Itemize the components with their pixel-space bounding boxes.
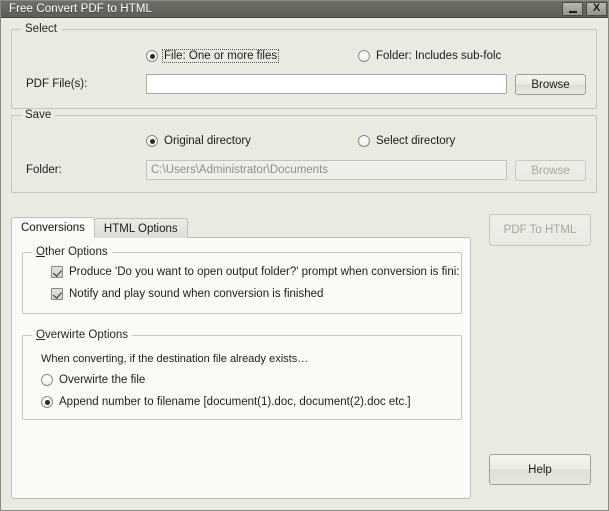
checkbox-open-output-prompt[interactable]: Produce 'Do you want to open output fold… [51, 266, 460, 278]
other-options-group: Other Options Produce 'Do you want to op… [22, 252, 462, 314]
radio-folder-indicator [358, 50, 370, 62]
client-area: Select File: One or more files Folder: I… [1, 18, 608, 510]
radio-file[interactable]: File: One or more files [146, 50, 278, 62]
overwrite-options-description: When converting, if the destination file… [41, 353, 308, 365]
tab-panel-conversions: Other Options Produce 'Do you want to op… [11, 237, 471, 499]
radio-append-number-indicator [41, 396, 53, 408]
radio-overwrite-file-label: Overwirte the file [58, 374, 146, 386]
close-button[interactable]: X [586, 2, 607, 16]
minimize-icon [569, 11, 577, 13]
tab-panel-seam [13, 238, 93, 239]
overwrite-options-accel: O [36, 329, 45, 341]
select-group: Select File: One or more files Folder: I… [11, 29, 597, 109]
convert-pdf-to-html-button[interactable]: PDF To HTML [489, 214, 591, 246]
folder-input[interactable]: C:\Users\Administrator\Documents [146, 160, 507, 180]
radio-overwrite-file-indicator [41, 374, 53, 386]
select-group-title: Select [21, 23, 61, 35]
checkbox-notify-sound-label: Notify and play sound when conversion is… [69, 288, 323, 300]
overwrite-options-group-title: Overwirte Options [32, 329, 132, 341]
minimize-button[interactable] [562, 2, 583, 16]
other-options-title-rest: ther Options [45, 246, 108, 258]
browse-folder-button[interactable]: Browse [515, 160, 586, 181]
checkbox-open-output-prompt-label: Produce 'Do you want to open output fold… [69, 266, 460, 278]
window-controls: X [562, 2, 607, 16]
radio-select-directory[interactable]: Select directory [358, 135, 456, 147]
overwrite-options-group: Overwirte Options When converting, if th… [22, 335, 462, 420]
help-button[interactable]: Help [489, 454, 591, 485]
browse-files-button[interactable]: Browse [515, 74, 586, 95]
radio-select-directory-label: Select directory [375, 135, 456, 147]
radio-original-directory-indicator [146, 135, 158, 147]
tab-strip: Conversions HTML Options [11, 217, 187, 238]
checkbox-notify-sound-indicator [51, 288, 63, 300]
save-group: Save Original directory Select directory… [11, 115, 597, 193]
radio-append-number[interactable]: Append number to filename [document(1).d… [41, 396, 412, 408]
tab-html-options[interactable]: HTML Options [94, 218, 188, 238]
checkbox-open-output-prompt-indicator [51, 266, 63, 278]
folder-label: Folder: [26, 164, 62, 176]
other-options-group-title: Other Options [32, 246, 112, 258]
radio-select-directory-indicator [358, 135, 370, 147]
other-options-accel: O [36, 246, 45, 258]
overwrite-options-title-rest: verwirte Options [45, 329, 128, 341]
radio-original-directory-label: Original directory [163, 135, 252, 147]
radio-folder-label: Folder: Includes sub-folc [375, 50, 502, 62]
window-title: Free Convert PDF to HTML [1, 3, 152, 15]
radio-original-directory[interactable]: Original directory [146, 135, 252, 147]
radio-file-label: File: One or more files [163, 50, 278, 62]
close-icon: X [593, 3, 600, 14]
application-window: Free Convert PDF to HTML X Select File: … [0, 0, 609, 511]
pdf-files-label: PDF File(s): [26, 78, 87, 90]
title-bar: Free Convert PDF to HTML X [1, 1, 609, 18]
tab-conversions[interactable]: Conversions [11, 217, 95, 238]
radio-overwrite-file[interactable]: Overwirte the file [41, 374, 146, 386]
checkbox-notify-sound[interactable]: Notify and play sound when conversion is… [51, 288, 323, 300]
save-group-title: Save [21, 109, 55, 121]
radio-file-indicator [146, 50, 158, 62]
radio-folder[interactable]: Folder: Includes sub-folc [358, 50, 502, 62]
radio-append-number-label: Append number to filename [document(1).d… [58, 396, 412, 408]
pdf-files-input[interactable] [146, 74, 507, 94]
